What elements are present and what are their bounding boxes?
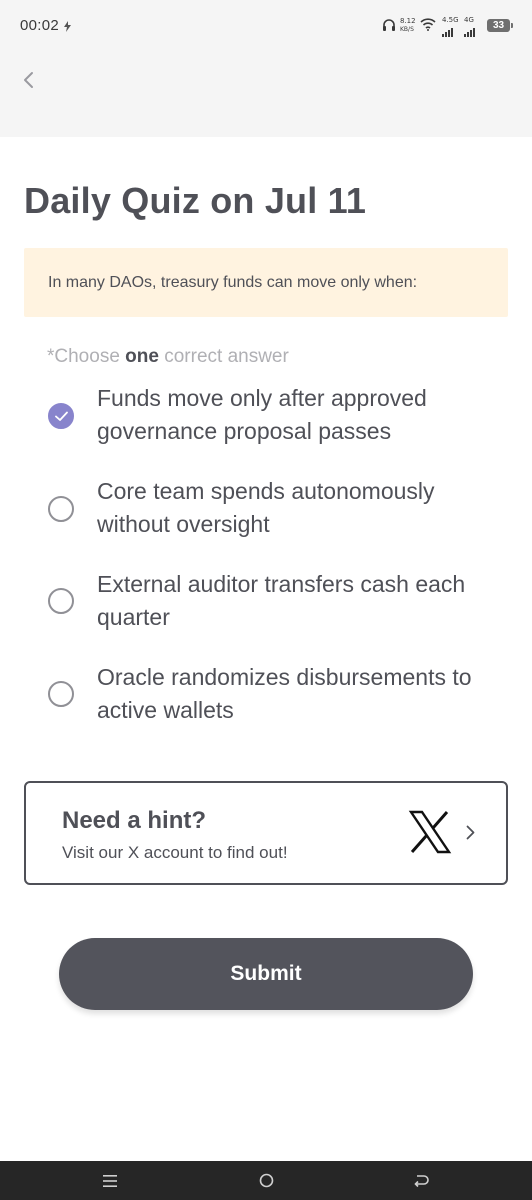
net-speed-unit: KB/S xyxy=(400,26,414,33)
chevron-right-icon xyxy=(466,825,475,845)
answer-option-2[interactable]: Core team spends autonomously without ov… xyxy=(0,475,532,555)
hint-subtitle: Visit our X account to find out! xyxy=(62,843,288,862)
option-label: Core team spends autonomously without ov… xyxy=(97,478,435,537)
net-speed-value: 8.12 xyxy=(400,17,416,25)
signal1-label: 4.5G xyxy=(442,16,459,24)
radio-unchecked-icon[interactable] xyxy=(48,588,74,614)
signal2-label: 4G xyxy=(464,16,474,24)
back-button[interactable] xyxy=(14,66,42,94)
signal-bars-icon xyxy=(464,24,478,42)
status-bar: 00:02 8.12 KB/S 4.5G 4G 33 xyxy=(0,0,532,52)
hint-card[interactable]: Need a hint? Visit our X account to find… xyxy=(24,781,508,885)
top-area: 00:02 8.12 KB/S 4.5G 4G 33 xyxy=(0,0,532,137)
back-nav-button[interactable] xyxy=(401,1161,441,1200)
submit-button[interactable]: Submit xyxy=(59,938,473,1010)
page-title: Daily Quiz on Jul 11 xyxy=(24,180,367,221)
option-label: External auditor transfers cash each qua… xyxy=(97,571,466,630)
charging-bolt-icon xyxy=(64,19,71,37)
instruction-emphasis: one xyxy=(125,346,159,367)
x-logo-icon xyxy=(408,810,452,859)
home-circle-icon xyxy=(259,1173,273,1188)
question-text: In many DAOs, treasury funds can move on… xyxy=(48,274,418,291)
menu-icon xyxy=(103,1174,117,1187)
signal-bars-icon xyxy=(442,24,456,42)
option-label: Funds move only after approved governanc… xyxy=(97,385,427,444)
answer-option-4[interactable]: Oracle randomizes disbursements to activ… xyxy=(0,661,532,741)
status-time: 00:02 xyxy=(20,17,60,34)
hint-title: Need a hint? xyxy=(62,807,207,834)
radio-unchecked-icon[interactable] xyxy=(48,496,74,522)
radio-unchecked-icon[interactable] xyxy=(48,681,74,707)
system-nav-bar xyxy=(0,1161,532,1200)
headphones-icon xyxy=(382,18,396,37)
answer-option-1[interactable]: Funds move only after approved governanc… xyxy=(0,382,532,462)
instruction-suffix: correct answer xyxy=(158,346,289,367)
battery-icon: 33 xyxy=(487,19,513,32)
chevron-left-icon xyxy=(24,72,33,88)
answer-instruction: *Choose one correct answer xyxy=(47,346,289,368)
status-icons: 8.12 KB/S 4.5G 4G 33 xyxy=(383,16,513,37)
wifi-icon xyxy=(420,18,436,36)
option-label: Oracle randomizes disbursements to activ… xyxy=(97,664,472,723)
answer-option-3[interactable]: External auditor transfers cash each qua… xyxy=(0,568,532,648)
instruction-prefix: *Choose xyxy=(47,346,126,367)
radio-checked-icon[interactable] xyxy=(48,403,74,429)
quiz-screen: 00:02 8.12 KB/S 4.5G 4G 33 Daily Quiz on… xyxy=(0,0,532,1200)
return-icon xyxy=(413,1174,429,1187)
menu-button[interactable] xyxy=(90,1161,130,1200)
question-box: In many DAOs, treasury funds can move on… xyxy=(24,248,508,317)
home-button[interactable] xyxy=(246,1161,286,1200)
